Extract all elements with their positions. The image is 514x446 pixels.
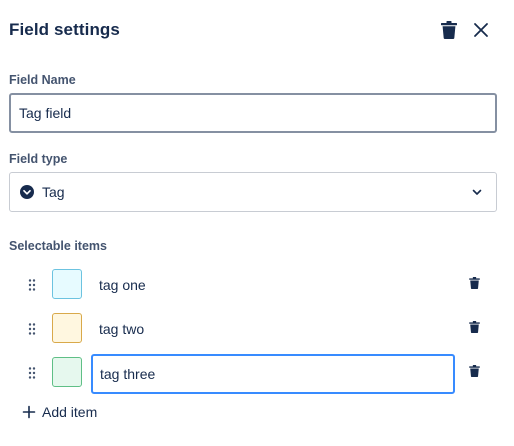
delete-item-button[interactable]: [469, 365, 483, 379]
close-icon: [474, 23, 488, 37]
field-settings-panel: Field settings Field Name Tag field Fiel…: [0, 0, 514, 446]
list-item: tag one: [0, 267, 514, 303]
field-type-select[interactable]: Tag: [9, 172, 497, 212]
field-type-label: Field type: [9, 152, 68, 166]
drag-handle-icon[interactable]: [27, 366, 37, 380]
drag-handle-icon[interactable]: [27, 322, 37, 336]
field-name-input[interactable]: Tag field: [9, 93, 497, 133]
chevron-down-icon: [470, 185, 484, 199]
field-name-label: Field Name: [9, 73, 76, 87]
delete-item-button[interactable]: [469, 277, 483, 291]
trash-icon: [469, 365, 480, 377]
trash-icon: [441, 21, 457, 39]
close-button[interactable]: [470, 19, 492, 41]
field-type-value: Tag: [42, 184, 65, 200]
item-label-input[interactable]: tag three: [91, 354, 455, 394]
add-item-button[interactable]: Add item: [22, 404, 97, 420]
panel-title: Field settings: [9, 20, 120, 39]
list-item: tag two: [0, 311, 514, 347]
field-name-value: Tag field: [19, 105, 72, 121]
color-swatch[interactable]: [52, 313, 82, 343]
drag-handle-icon[interactable]: [27, 278, 37, 292]
list-item: tag three: [0, 354, 514, 394]
delete-item-button[interactable]: [469, 321, 483, 335]
item-label-value: tag three: [100, 366, 156, 382]
item-label[interactable]: tag two: [99, 321, 144, 337]
color-swatch[interactable]: [52, 269, 82, 299]
item-label[interactable]: tag one: [99, 277, 146, 293]
trash-icon: [469, 321, 480, 333]
add-item-label: Add item: [42, 404, 98, 420]
plus-icon: [22, 405, 36, 419]
chevron-circle-icon: [20, 185, 34, 199]
color-swatch[interactable]: [52, 357, 82, 387]
trash-icon: [469, 277, 480, 289]
delete-field-button[interactable]: [438, 19, 460, 41]
selectable-items-label: Selectable items: [9, 239, 107, 253]
